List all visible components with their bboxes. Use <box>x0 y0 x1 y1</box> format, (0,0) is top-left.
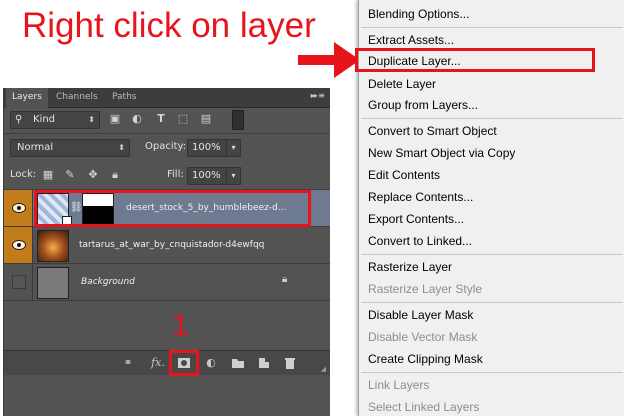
menu-item-blending-options[interactable]: Blending Options... <box>368 6 469 22</box>
opacity-input[interactable]: 100% <box>187 139 229 157</box>
lock-all-icon[interactable]: 🔒︎ <box>108 168 122 182</box>
menu-item-convert-to-linked[interactable]: Convert to Linked... <box>368 233 472 249</box>
filter-toggle[interactable] <box>232 110 244 130</box>
adjustment-icon[interactable]: ◐ <box>203 355 219 371</box>
annotation-step-1: 1 <box>172 309 189 342</box>
menu-item-convert-smart-object[interactable]: Convert to Smart Object <box>368 123 497 139</box>
new-layer-icon[interactable] <box>256 355 272 371</box>
blend-mode-select[interactable]: Normal ⬍ <box>10 139 130 157</box>
menu-item-replace-contents[interactable]: Replace Contents... <box>368 189 473 205</box>
annotation-arrow-icon <box>298 42 360 78</box>
blend-mode-value: Normal <box>17 142 54 153</box>
layers-bottom-bar: ⚭ fx. ◐ ◢ <box>4 350 330 375</box>
fill-dropdown-icon[interactable]: ▾ <box>226 167 241 185</box>
layers-panel: Layers Channels Paths ▸▸ ≡ ⚲ Kind ⬍ ▣ ◐ … <box>3 88 330 416</box>
menu-item-edit-contents[interactable]: Edit Contents <box>368 167 440 183</box>
menu-separator <box>361 27 623 28</box>
filter-kind-label: Kind <box>33 114 56 125</box>
menu-item-delete-layer[interactable]: Delete Layer <box>368 76 436 92</box>
menu-item-disable-vector-mask: Disable Vector Mask <box>368 330 478 344</box>
fill-label: Fill: <box>167 169 184 180</box>
tab-channels[interactable]: Channels <box>50 88 104 107</box>
menu-separator <box>361 302 623 303</box>
filter-adjustment-icon[interactable]: ◐ <box>130 112 144 126</box>
opacity-label: Opacity: <box>145 141 187 152</box>
visibility-toggle[interactable] <box>4 190 33 226</box>
chevron-updown-icon: ⬍ <box>118 143 125 152</box>
annotation-highlight-layer <box>34 190 311 227</box>
search-icon: ⚲ <box>15 114 23 125</box>
menu-item-group-from-layers[interactable]: Group from Layers... <box>368 97 478 113</box>
resize-grip-icon[interactable]: ◢ <box>321 365 326 373</box>
menu-separator <box>361 254 623 255</box>
menu-item-disable-layer-mask[interactable]: Disable Layer Mask <box>368 307 473 323</box>
group-folder-icon[interactable] <box>230 355 246 371</box>
layer-thumbnail <box>37 267 69 299</box>
tab-layers[interactable]: Layers <box>6 88 48 108</box>
eye-icon <box>12 203 26 213</box>
menu-separator <box>361 118 623 119</box>
lock-label: Lock: <box>10 169 37 180</box>
tab-paths[interactable]: Paths <box>106 88 142 107</box>
layer-row-tartarus[interactable]: tartarus_at_war_by_cnquistador-d4ewfqq <box>4 227 330 264</box>
filter-smartobject-icon[interactable]: ▤ <box>199 112 213 126</box>
visibility-toggle[interactable] <box>4 227 33 263</box>
menu-item-extract-assets[interactable]: Extract Assets... <box>368 32 454 48</box>
visibility-off-icon <box>12 275 26 289</box>
menu-item-new-smart-object-copy[interactable]: New Smart Object via Copy <box>368 145 515 161</box>
lock-image-icon[interactable]: ✎ <box>63 168 77 182</box>
trash-icon[interactable] <box>282 355 298 371</box>
panel-tab-bar: Layers Channels Paths ▸▸ ≡ <box>4 88 330 108</box>
layer-name[interactable]: tartarus_at_war_by_cnquistador-d4ewfqq <box>79 238 264 252</box>
lock-icon: 🔒︎ <box>282 274 288 285</box>
link-icon[interactable]: ⚭ <box>120 355 136 371</box>
menu-separator <box>361 372 623 373</box>
chevron-updown-icon: ⬍ <box>88 115 95 124</box>
lock-position-icon[interactable]: ✥ <box>86 168 100 182</box>
visibility-toggle[interactable] <box>4 264 33 300</box>
divider <box>4 133 330 134</box>
eye-icon <box>12 240 26 250</box>
fill-input[interactable]: 100% <box>187 167 229 185</box>
filter-pixel-icon[interactable]: ▣ <box>108 112 122 126</box>
lock-transparency-icon[interactable]: ▦ <box>41 168 55 182</box>
annotation-highlight-mask-button <box>169 350 199 376</box>
layer-name[interactable]: Background <box>81 275 135 289</box>
menu-item-create-clipping-mask[interactable]: Create Clipping Mask <box>368 351 483 367</box>
filter-shape-icon[interactable]: ⬚ <box>176 112 190 126</box>
annotation-title: Right click on layer <box>22 6 316 45</box>
filter-type-icon[interactable]: T <box>154 112 168 126</box>
layer-thumbnail <box>37 230 69 262</box>
menu-item-rasterize-layer-style: Rasterize Layer Style <box>368 282 483 296</box>
menu-item-link-layers: Link Layers <box>368 378 430 392</box>
menu-item-rasterize-layer[interactable]: Rasterize Layer <box>368 259 452 275</box>
annotation-highlight-duplicate <box>355 48 595 72</box>
menu-item-export-contents[interactable]: Export Contents... <box>368 211 464 227</box>
filter-kind-select[interactable]: ⚲ Kind ⬍ <box>10 111 100 129</box>
layer-row-background[interactable]: Background 🔒︎ <box>4 264 330 301</box>
panel-menu-icon[interactable]: ▸▸ ≡ <box>311 91 325 100</box>
opacity-dropdown-icon[interactable]: ▾ <box>226 139 241 157</box>
menu-item-select-linked-layers: Select Linked Layers <box>368 400 480 414</box>
fx-icon[interactable]: fx. <box>148 355 168 371</box>
